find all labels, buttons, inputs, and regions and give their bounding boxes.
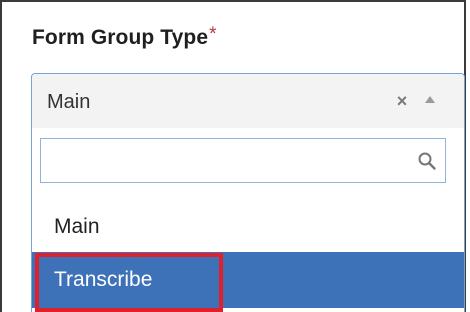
search-input[interactable] bbox=[47, 145, 391, 177]
form-group-type-select[interactable]: Main × Main Transcribe bbox=[31, 73, 465, 312]
option-transcribe[interactable]: Transcribe bbox=[32, 252, 464, 308]
form-group-type-label: Form Group Type* bbox=[32, 24, 217, 50]
select-search-box[interactable] bbox=[40, 138, 446, 183]
selected-value: Main bbox=[47, 91, 91, 113]
search-icon bbox=[418, 152, 436, 170]
field-label-text: Form Group Type bbox=[32, 26, 209, 49]
select-current-value-bar[interactable]: Main × bbox=[32, 74, 464, 128]
caret-up-icon[interactable] bbox=[425, 96, 435, 103]
required-asterisk: * bbox=[209, 24, 217, 45]
option-main[interactable]: Main bbox=[32, 203, 464, 251]
close-icon[interactable]: × bbox=[393, 91, 411, 111]
